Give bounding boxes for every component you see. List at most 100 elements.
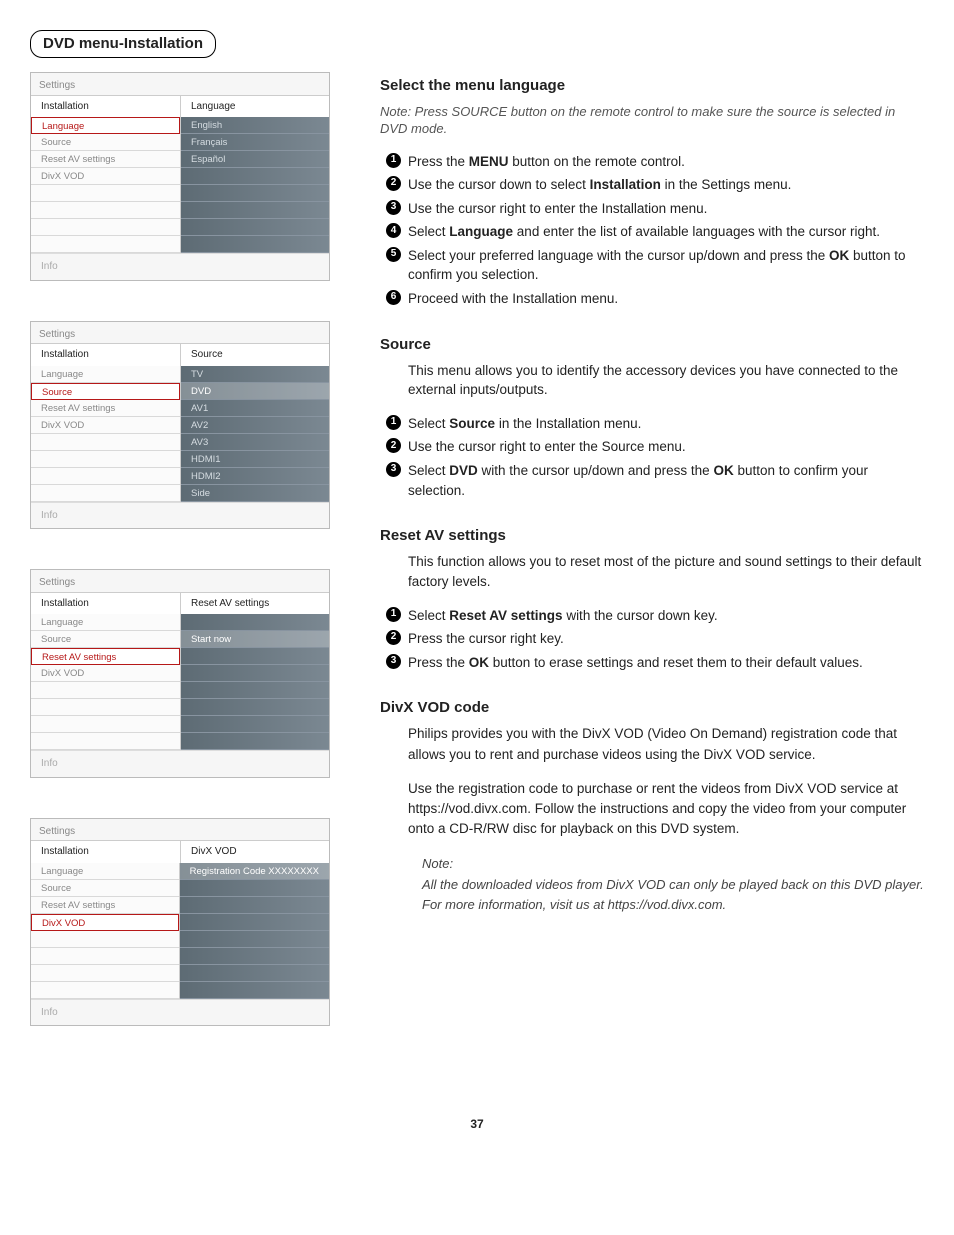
steps-source: 1Select Source in the Installation menu.…: [380, 414, 924, 500]
menu-left-item: DivX VOD: [31, 914, 179, 931]
step-item: 1Select Source in the Installation menu.: [380, 414, 924, 434]
steps-language: 1Press the MENU button on the remote con…: [380, 152, 924, 309]
page-tab-title: DVD menu-Installation: [30, 30, 216, 58]
menu-right-item: Français: [181, 134, 329, 151]
menu-left-item: [31, 948, 179, 965]
menu-right-item: [180, 948, 329, 965]
menu-right-item: [181, 236, 329, 253]
menu-left-pane: LanguageSourceReset AV settingsDivX VOD: [31, 863, 180, 999]
menu-right-item: [181, 648, 329, 665]
step-number-icon: 1: [386, 153, 401, 168]
step-number-icon: 3: [386, 462, 401, 477]
bold-text: Installation: [590, 177, 661, 192]
menu-left-item: Source: [31, 880, 179, 897]
page-layout: SettingsInstallationLanguageLanguageSour…: [30, 72, 924, 1066]
menu-left-item: [31, 699, 180, 716]
menu-left-item: [31, 185, 180, 202]
menu-header-right: Language: [181, 96, 329, 118]
menu-left-item: Language: [31, 117, 180, 134]
menu-left-item: Source: [31, 134, 180, 151]
menu-right-pane: EnglishFrançaisEspañol: [181, 117, 329, 253]
menu-header-right: Reset AV settings: [181, 593, 329, 615]
step-item: 2Use the cursor down to select Installat…: [380, 175, 924, 195]
menu-left-item: [31, 733, 180, 750]
menu-right-item: English: [181, 117, 329, 134]
bold-text: MENU: [469, 154, 509, 169]
menu-right-item: AV3: [181, 434, 329, 451]
menu-right-item: AV2: [181, 417, 329, 434]
menu-left-item: Reset AV settings: [31, 897, 179, 914]
bold-text: OK: [469, 655, 489, 670]
menu-left-item: [31, 219, 180, 236]
menu-right-item: TV: [181, 366, 329, 383]
heading-source: Source: [380, 335, 924, 355]
menu-right-item: AV1: [181, 400, 329, 417]
menu-left-item: Reset AV settings: [31, 400, 180, 417]
menu-left-pane: LanguageSourceReset AV settingsDivX VOD: [31, 614, 181, 750]
menu-right-item: [180, 982, 329, 999]
menu-right-item: Español: [181, 151, 329, 168]
menu-left-item: [31, 236, 180, 253]
step-item: 4Select Language and enter the list of a…: [380, 222, 924, 242]
menu-right-item: [180, 965, 329, 982]
menu-right-item: [181, 202, 329, 219]
instructions-column: Select the menu language Note: Press SOU…: [380, 72, 924, 914]
intro-source: This menu allows you to identify the acc…: [380, 361, 924, 400]
menu-right-item: [180, 880, 329, 897]
menu-left-item: [31, 468, 180, 485]
heading-divx: DivX VOD code: [380, 698, 924, 718]
heading-language: Select the menu language: [380, 76, 924, 96]
menu-left-pane: LanguageSourceReset AV settingsDivX VOD: [31, 366, 181, 502]
menu-right-pane: Registration Code XXXXXXXX: [180, 863, 329, 999]
menu-right-pane: TVDVDAV1AV2AV3HDMI1HDMI2Side: [181, 366, 329, 502]
menu-left-item: DivX VOD: [31, 168, 180, 185]
menu-header-left: Installation: [31, 344, 181, 366]
menu-right-item: [181, 716, 329, 733]
divx-note: Note: All the downloaded videos from Div…: [380, 854, 924, 915]
menu-left-item: [31, 682, 180, 699]
menu-right-item: [181, 185, 329, 202]
bold-text: Reset AV settings: [449, 608, 562, 623]
step-number-icon: 2: [386, 630, 401, 645]
heading-reset: Reset AV settings: [380, 526, 924, 546]
menu-right-item: Side: [181, 485, 329, 502]
step-number-icon: 2: [386, 438, 401, 453]
step-number-icon: 3: [386, 654, 401, 669]
step-number-icon: 1: [386, 607, 401, 622]
menu-right-item: [181, 614, 329, 631]
menu-right-item: Registration Code XXXXXXXX: [180, 863, 329, 880]
menu-left-item: [31, 202, 180, 219]
menu-right-item: [180, 931, 329, 948]
menu-left-item: [31, 965, 179, 982]
menu-right-item: HDMI1: [181, 451, 329, 468]
step-item: 1Select Reset AV settings with the curso…: [380, 606, 924, 626]
menu-screenshot: SettingsInstallationDivX VODLanguageSour…: [30, 818, 330, 1027]
bold-text: OK: [829, 248, 849, 263]
menu-left-item: Language: [31, 614, 180, 631]
page-number: 37: [30, 1116, 924, 1132]
step-number-icon: 3: [386, 200, 401, 215]
menu-left-item: [31, 485, 180, 502]
menu-footer: Info: [31, 502, 329, 529]
step-item: 3Press the OK button to erase settings a…: [380, 653, 924, 673]
step-number-icon: 5: [386, 247, 401, 262]
menu-right-item: [180, 897, 329, 914]
intro-reset: This function allows you to reset most o…: [380, 552, 924, 591]
menu-screenshot: SettingsInstallationReset AV settingsLan…: [30, 569, 330, 778]
step-item: 2Use the cursor right to enter the Sourc…: [380, 437, 924, 457]
menu-left-item: [31, 434, 180, 451]
menu-left-pane: LanguageSourceReset AV settingsDivX VOD: [31, 117, 181, 253]
bold-text: OK: [713, 463, 733, 478]
menu-title: Settings: [31, 570, 329, 592]
menu-right-item: Start now: [181, 631, 329, 648]
menu-left-item: [31, 931, 179, 948]
menu-screenshots-column: SettingsInstallationLanguageLanguageSour…: [30, 72, 340, 1066]
bold-text: Language: [449, 224, 513, 239]
menu-left-item: [31, 982, 179, 999]
step-number-icon: 6: [386, 290, 401, 305]
menu-title: Settings: [31, 73, 329, 95]
menu-header-left: Installation: [31, 841, 181, 863]
menu-left-item: Reset AV settings: [31, 648, 180, 665]
step-item: 1Press the MENU button on the remote con…: [380, 152, 924, 172]
menu-left-item: Language: [31, 366, 180, 383]
